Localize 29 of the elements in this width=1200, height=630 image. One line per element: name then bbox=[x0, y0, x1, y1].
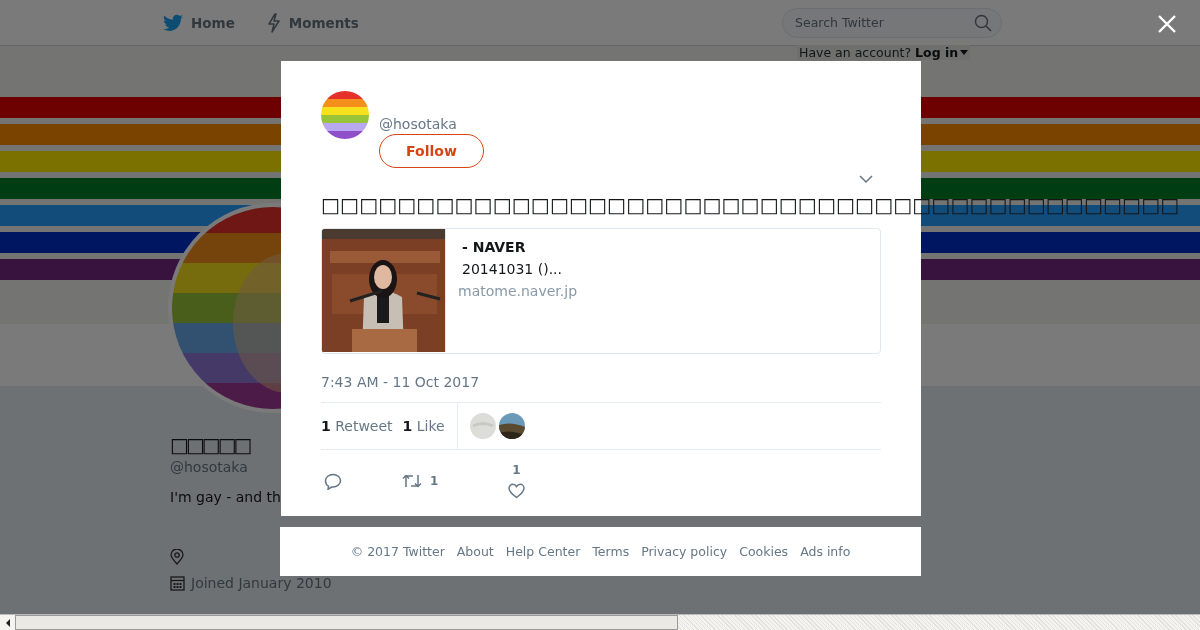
close-icon[interactable] bbox=[1157, 14, 1177, 34]
stat-link[interactable]: 1 Like bbox=[402, 418, 445, 434]
search-icon[interactable] bbox=[974, 13, 992, 32]
speech-bubble-icon[interactable] bbox=[324, 472, 342, 490]
nav-link[interactable]: Moments bbox=[266, 12, 359, 33]
tweet-timestamp[interactable]: 7:43 AM - 11 Oct 2017 bbox=[321, 374, 881, 390]
bird-icon bbox=[163, 13, 183, 32]
lightning-icon bbox=[266, 12, 281, 33]
joined-date: Joined January 2010 bbox=[191, 575, 332, 591]
stat-link[interactable]: 1 Retweet bbox=[321, 418, 393, 434]
heart-icon[interactable] bbox=[508, 483, 525, 499]
retweet-icon[interactable] bbox=[402, 473, 422, 489]
location-pin-icon bbox=[170, 549, 184, 565]
footer-link[interactable]: Privacy policy bbox=[641, 544, 728, 559]
footer-link[interactable]: Ads info bbox=[800, 544, 851, 559]
footer-link[interactable]: Help Center bbox=[505, 544, 581, 559]
footer-link[interactable]: Cookies bbox=[739, 544, 789, 559]
profile-handle: @hosotaka bbox=[170, 459, 248, 475]
footer-link[interactable]: About bbox=[456, 544, 494, 559]
retweet-count: 1 bbox=[430, 474, 439, 488]
like-count: 1 bbox=[512, 463, 521, 477]
profile-name: □□□□□ bbox=[170, 433, 250, 457]
scrollbar[interactable] bbox=[0, 614, 1200, 630]
footer-link[interactable]: Terms bbox=[592, 544, 630, 559]
nav-link[interactable]: Home bbox=[163, 12, 235, 33]
copyright-text: © 2017 Twitter bbox=[350, 544, 445, 559]
calendar-icon bbox=[170, 575, 185, 591]
profile-bio: I'm gay - and th bbox=[170, 489, 281, 505]
search-field[interactable]: Search Twitter bbox=[782, 7, 1002, 38]
